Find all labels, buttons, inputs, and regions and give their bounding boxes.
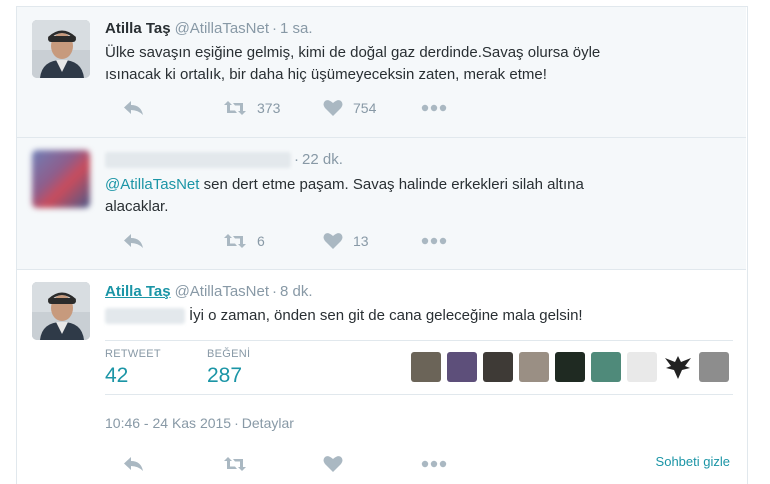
tweet-text: @AtillaTasNet sen dert etme paşam. Savaş… (105, 174, 726, 218)
tweet-header: Atilla Taş @AtillaTasNet · 8 dk. (105, 283, 313, 300)
retweet-count: 6 (257, 233, 265, 249)
blurred-mention (105, 308, 185, 325)
tweet-3-expanded[interactable]: Atilla Taş @AtillaTasNet · 8 dk. İyi o zama… (17, 270, 746, 483)
like-button[interactable]: 754 (323, 98, 376, 118)
retweet-icon (224, 101, 246, 115)
liker-avatar[interactable] (591, 352, 621, 382)
retweet-icon (224, 234, 246, 248)
retweet-label: RETWEET (105, 348, 161, 360)
details-link[interactable]: Detaylar (242, 415, 294, 431)
tweet-text: İyi o zaman, önden sen git de cana gelec… (105, 305, 726, 327)
heart-icon (323, 100, 343, 116)
like-stat[interactable]: BEĞENİ 287 (207, 348, 250, 388)
like-label: BEĞENİ (207, 348, 251, 360)
avatar[interactable] (32, 282, 90, 340)
author-handle[interactable]: @AtillaTasNet (175, 283, 269, 300)
more-icon (421, 104, 447, 112)
reply-button[interactable] (123, 454, 145, 474)
avatar[interactable] (32, 20, 90, 78)
divider (105, 340, 733, 341)
reply-button[interactable] (123, 98, 145, 118)
retweet-total: 42 (105, 364, 129, 387)
tweet-2[interactable]: · 22 dk. @AtillaTasNet sen dert etme paşa… (17, 138, 746, 270)
avatar-blurred[interactable] (32, 150, 90, 208)
like-count: 13 (353, 233, 369, 249)
retweet-button[interactable]: 6 (223, 231, 265, 251)
tweet-header: Atilla Taş @AtillaTasNet · 1 sa. (105, 20, 313, 37)
reply-button[interactable] (123, 231, 145, 251)
tweet-time[interactable]: 8 dk. (280, 283, 313, 300)
retweet-button[interactable] (223, 454, 247, 474)
liker-avatar[interactable] (627, 352, 657, 382)
more-button[interactable] (421, 98, 447, 118)
liker-avatar[interactable] (519, 352, 549, 382)
like-count: 754 (353, 100, 377, 116)
mention-link[interactable]: @AtillaTasNet (105, 176, 199, 193)
tweet-timestamp: 10:46 - 24 Kas 2015 (105, 415, 232, 431)
tweet-stats: RETWEET 42 BEĞENİ 287 (105, 344, 729, 392)
tweet-1[interactable]: Atilla Taş @AtillaTasNet · 1 sa. Ülke savaş… (17, 7, 746, 138)
more-button[interactable] (421, 454, 447, 474)
liker-avatar[interactable] (555, 352, 585, 382)
like-button[interactable] (323, 454, 343, 474)
more-icon (421, 237, 447, 245)
author-name[interactable]: Atilla Taş (105, 283, 171, 300)
liker-avatar[interactable] (447, 352, 477, 382)
author-handle[interactable]: @AtillaTasNet (175, 20, 269, 37)
liker-avatar[interactable] (663, 352, 693, 382)
tweet-meta: 10:46 - 24 Kas 2015 · Detaylar (105, 415, 294, 431)
tweet-time[interactable]: 1 sa. (280, 20, 313, 37)
more-button[interactable] (421, 231, 447, 251)
liker-avatar[interactable] (483, 352, 513, 382)
more-icon (421, 460, 447, 468)
retweet-icon (224, 457, 246, 471)
divider (105, 394, 733, 395)
reply-icon (124, 101, 143, 115)
heart-icon (323, 456, 343, 472)
tweet-text: Ülke savaşın eşiğine gelmiş, kimi de doğ… (105, 44, 601, 83)
retweet-count: 373 (257, 100, 281, 116)
retweet-stat[interactable]: RETWEET 42 (105, 348, 161, 388)
retweet-button[interactable]: 373 (223, 98, 280, 118)
reply-icon (124, 457, 143, 471)
like-total: 287 (207, 364, 243, 387)
tweet-time[interactable]: 22 dk. (302, 151, 343, 168)
liker-avatar[interactable] (411, 352, 441, 382)
like-button[interactable]: 13 (323, 231, 369, 251)
eagle-icon (665, 356, 691, 379)
heart-icon (323, 233, 343, 249)
liker-avatar[interactable] (699, 352, 729, 382)
hide-conversation-link[interactable]: Sohbeti gizle (656, 454, 730, 469)
author-name[interactable]: Atilla Taş (105, 20, 171, 37)
blurred-author (105, 152, 291, 169)
reply-icon (124, 234, 143, 248)
tweet-body: İyi o zaman, önden sen git de cana gelec… (189, 307, 583, 324)
tweet-header: · 22 dk. (105, 151, 343, 169)
